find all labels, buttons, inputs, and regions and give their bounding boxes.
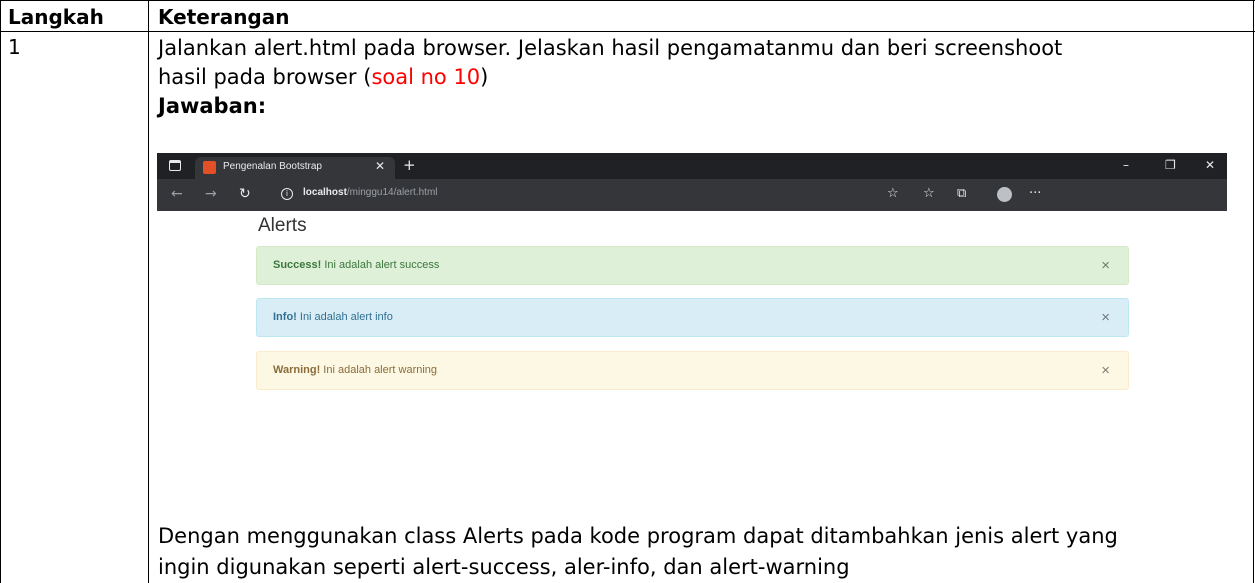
table-border-left — [0, 0, 1, 583]
alert-info: Info! Ini adalah alert info × — [256, 298, 1129, 337]
alert-info-close-icon[interactable]: × — [1101, 309, 1110, 326]
table-column-divider — [148, 0, 149, 583]
plus-icon[interactable]: + — [403, 156, 416, 174]
url-field[interactable]: localhost/minggu14/alert.html — [303, 187, 438, 198]
page-heading: Alerts — [258, 215, 307, 236]
minimize-icon[interactable]: – — [1123, 158, 1129, 172]
table-border-header-bottom — [0, 31, 1255, 32]
table-border-right — [1253, 0, 1254, 583]
favorites-icon[interactable]: ☆ — [923, 187, 935, 201]
answer-label: Jawaban: — [158, 94, 267, 118]
alert-warning: Warning! Ini adalah alert warning × — [256, 351, 1129, 390]
instruction-line-2: hasil pada browser (soal no 10) — [158, 65, 489, 89]
alert-warning-message: Warning! Ini adalah alert warning — [273, 364, 438, 376]
browser-address-bar: ← → ↻ i localhost/minggu14/alert.html ☆ … — [157, 179, 1227, 211]
conclusion-line-2: ingin digunakan seperti alert-success, a… — [158, 555, 850, 579]
alert-success-message: Success! Ini adalah alert success — [273, 259, 440, 271]
header-langkah: Langkah — [8, 5, 104, 29]
tab-title: Pengenalan Bootstrap — [223, 161, 322, 172]
refresh-icon[interactable]: ↻ — [239, 187, 251, 201]
info-icon[interactable]: i — [281, 188, 293, 200]
more-icon[interactable]: ··· — [1029, 187, 1041, 201]
star-icon[interactable]: ☆ — [887, 187, 899, 201]
header-keterangan: Keterangan — [158, 5, 290, 29]
alert-success-close-icon[interactable]: × — [1101, 257, 1110, 274]
browser-screenshot: Pengenalan Bootstrap ✕ + – ❐ ✕ ← → ↻ i l… — [157, 153, 1227, 423]
restore-icon[interactable]: ❐ — [1165, 158, 1176, 172]
browser-tab-bar: Pengenalan Bootstrap ✕ + – ❐ ✕ — [157, 153, 1227, 179]
question-reference: soal no 10 — [371, 65, 481, 89]
close-icon[interactable]: ✕ — [375, 159, 385, 173]
instruction-line-1: Jalankan alert.html pada browser. Jelask… — [158, 36, 1063, 60]
step-number: 1 — [8, 35, 21, 59]
close-window-icon[interactable]: ✕ — [1205, 158, 1215, 172]
html-favicon — [203, 161, 216, 174]
collections-icon[interactable]: ⧉ — [957, 187, 966, 201]
alert-warning-close-icon[interactable]: × — [1101, 362, 1110, 379]
alert-success: Success! Ini adalah alert success × — [256, 246, 1129, 285]
document-table: Langkah Keterangan 1 Jalankan alert.html… — [0, 0, 1255, 583]
alert-info-message: Info! Ini adalah alert info — [273, 311, 393, 323]
conclusion-line-1: Dengan menggunakan class Alerts pada kod… — [158, 524, 1118, 548]
browser-tab[interactable]: Pengenalan Bootstrap ✕ — [195, 157, 395, 179]
table-border-top — [0, 0, 1255, 1]
back-icon[interactable]: ← — [171, 187, 183, 201]
tabs-icon[interactable] — [169, 160, 181, 171]
forward-icon[interactable]: → — [205, 187, 217, 201]
profile-icon[interactable] — [997, 187, 1012, 202]
